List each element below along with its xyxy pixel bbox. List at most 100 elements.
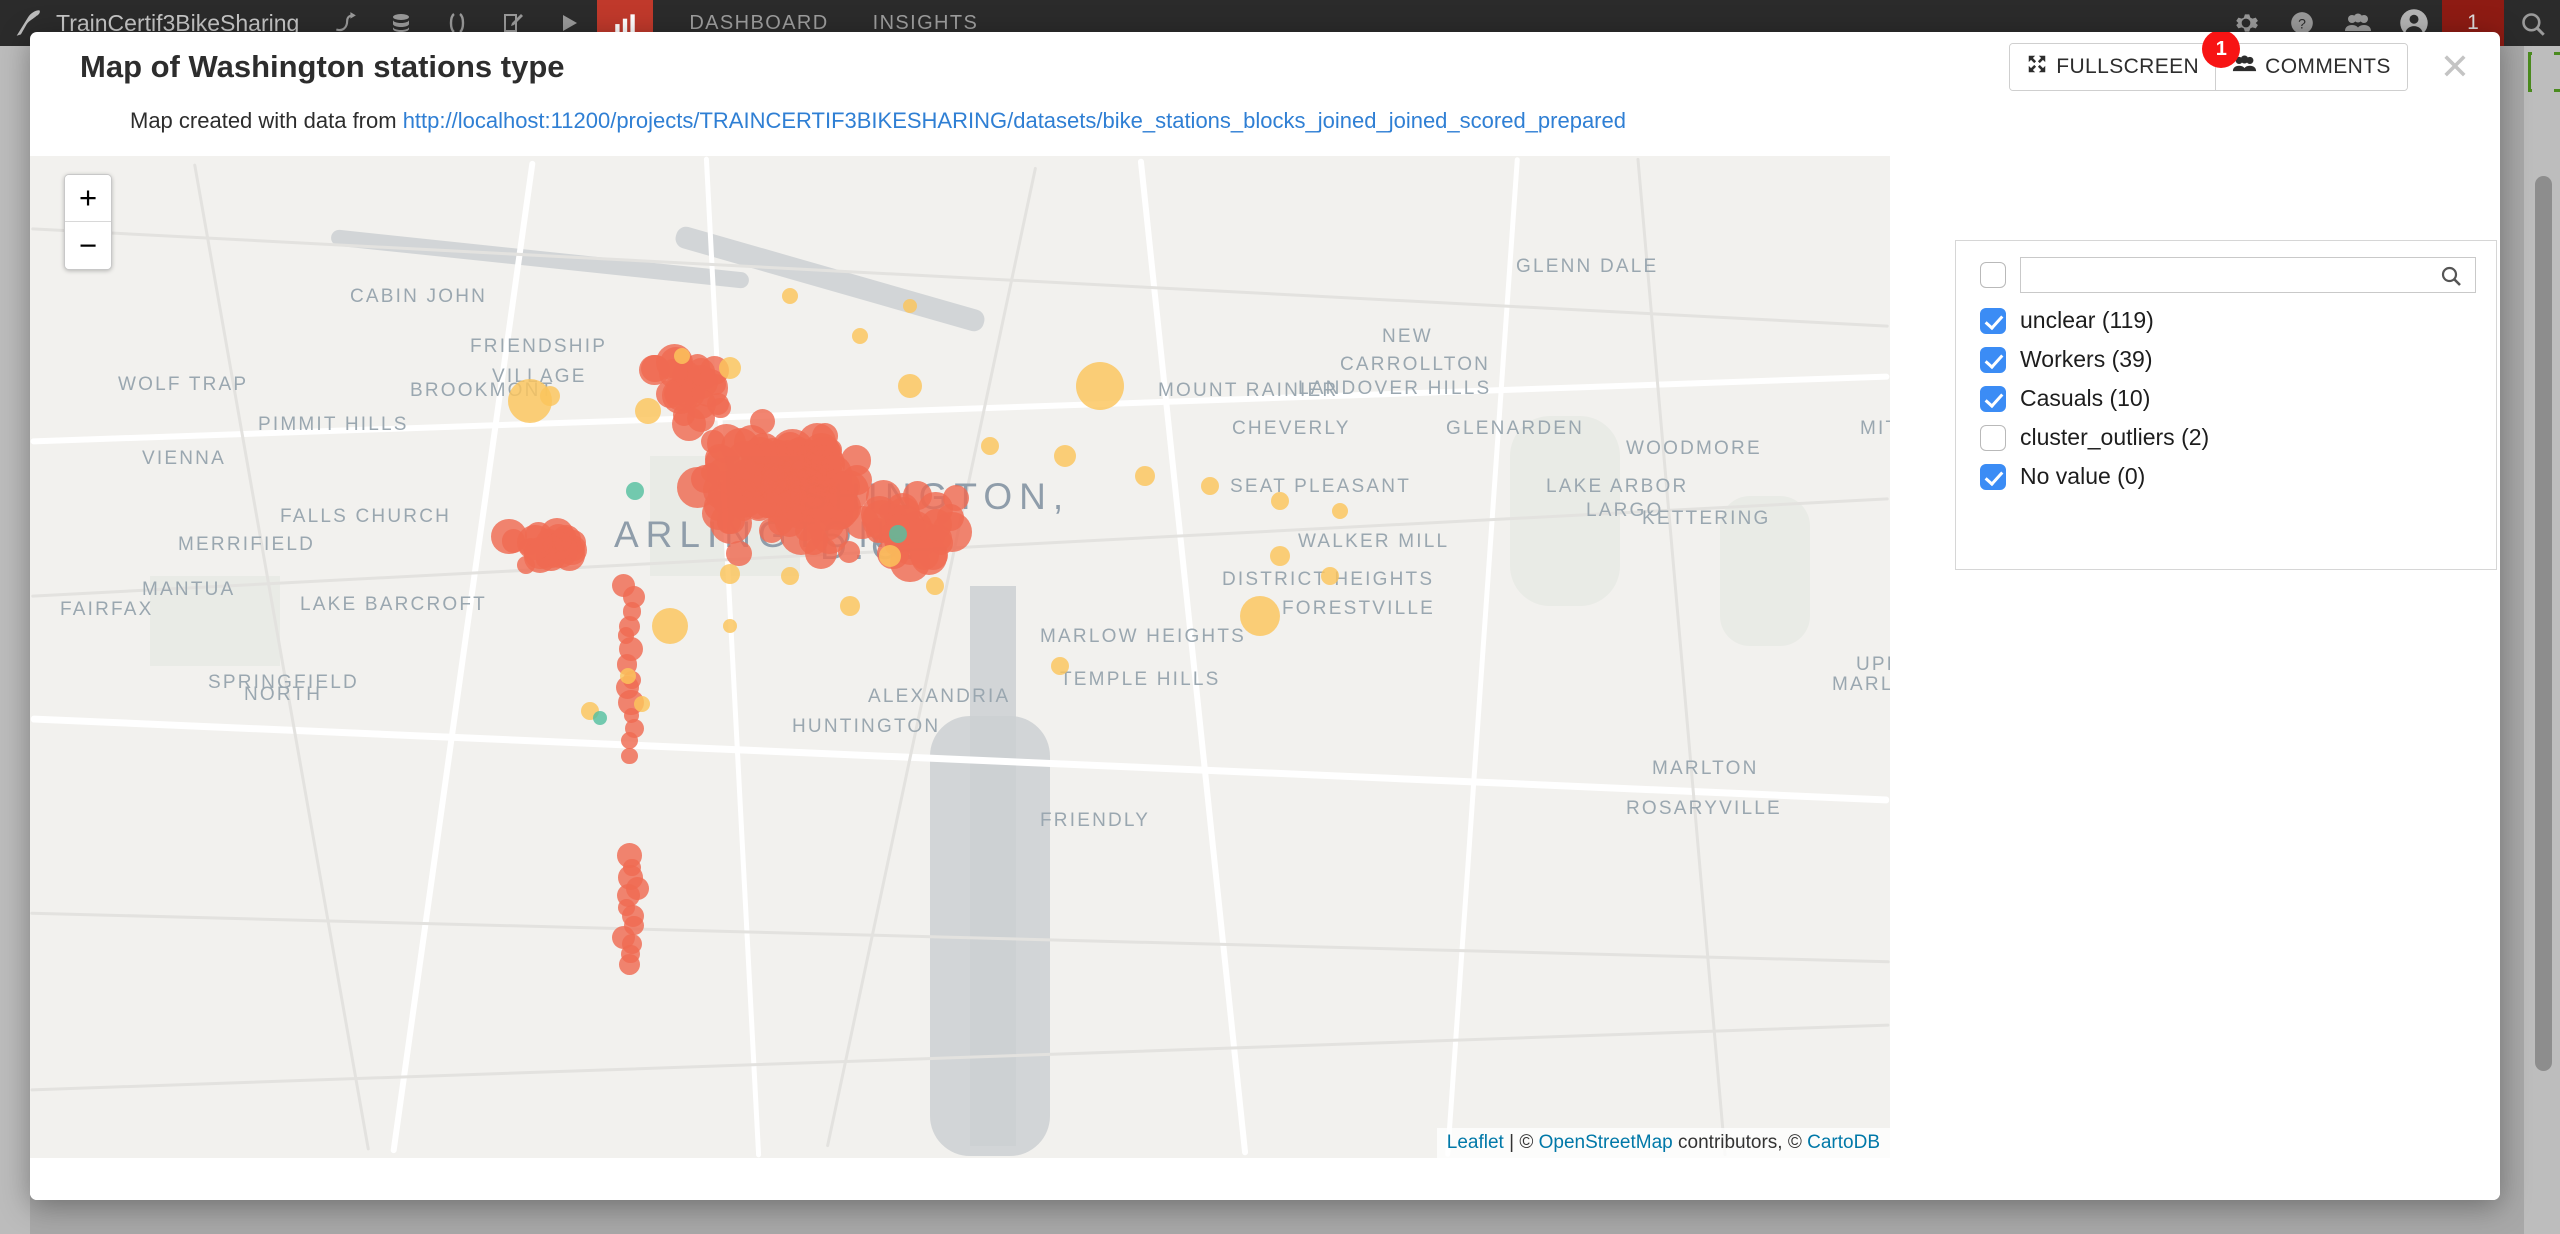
map-station-dot[interactable]: [898, 374, 922, 398]
map-station-dot[interactable]: [1240, 596, 1280, 636]
legend-item[interactable]: No value (0): [1980, 463, 2476, 490]
map-station-dot[interactable]: [942, 485, 969, 512]
map-station-dot[interactable]: [720, 564, 740, 584]
map-place-label: MERRIFIELD: [178, 534, 316, 555]
map-station-dot[interactable]: [634, 696, 650, 712]
legend-item[interactable]: cluster_outliers (2): [1980, 424, 2476, 451]
map-station-dot[interactable]: [1270, 546, 1290, 566]
map-station-dot[interactable]: [1135, 466, 1155, 486]
legend-item-checkbox[interactable]: [1980, 463, 2006, 490]
map-place-label: NEW: [1382, 326, 1433, 347]
map-station-dot[interactable]: [726, 440, 766, 480]
modal-header-actions: FULLSCREEN COMMENTS 1 ✕: [2009, 32, 2476, 91]
map-station-dot[interactable]: [845, 506, 879, 540]
map-station-dot[interactable]: [635, 398, 661, 424]
map-station-dot[interactable]: [981, 437, 999, 455]
map-station-dot[interactable]: [879, 545, 901, 567]
legend-item-checkbox[interactable]: [1980, 346, 2006, 373]
map-station-dot[interactable]: [1201, 477, 1219, 495]
comments-button[interactable]: COMMENTS: [2215, 44, 2407, 90]
leaflet-map[interactable]: CABIN JOHN GLENN DALE FRIENDSHIP VILLAGE NEW…: [30, 156, 1890, 1158]
legend-item-label: No value (0): [2020, 463, 2146, 489]
map-station-dot[interactable]: [620, 731, 638, 749]
map-station-dot[interactable]: [910, 539, 947, 575]
map-station-dot[interactable]: [620, 668, 636, 684]
zoom-in-button[interactable]: +: [65, 175, 111, 222]
legend-search-field[interactable]: [2020, 257, 2476, 293]
map-place-label: GLENARDEN: [1446, 418, 1585, 439]
map-place-label: ROSARYVILLE: [1626, 798, 1782, 819]
map-place-label: SEAT PLEASANT: [1230, 476, 1412, 497]
zoom-control: + −: [64, 174, 112, 270]
map-place-label: MARLOW HEIGHTS: [1040, 626, 1247, 647]
map-station-dot[interactable]: [618, 953, 640, 975]
map-station-dot[interactable]: [1054, 445, 1076, 467]
map-station-dot[interactable]: [1076, 362, 1124, 410]
map-station-dot[interactable]: [1332, 503, 1348, 519]
map-station-dot[interactable]: [593, 711, 607, 725]
map-place-label: LANDOVER HILLS: [1298, 378, 1492, 399]
modal-header: Map of Washington stations type FULLSCRE…: [30, 32, 2500, 102]
search-icon[interactable]: [2439, 264, 2463, 293]
map-station-dot[interactable]: [656, 379, 685, 408]
legend-item[interactable]: Casuals (10): [1980, 385, 2476, 412]
map-station-dot[interactable]: [926, 577, 944, 595]
legend-item[interactable]: unclear (119): [1980, 307, 2476, 334]
close-icon[interactable]: ✕: [2434, 49, 2476, 85]
map-place-label: FALLS CHURCH: [280, 506, 452, 527]
legend-item-label: unclear (119): [2020, 307, 2154, 333]
map-station-dot[interactable]: [1051, 657, 1069, 675]
fullscreen-button[interactable]: FULLSCREEN: [2010, 44, 2216, 90]
map-station-dot[interactable]: [749, 409, 776, 435]
map-place-label: FRIENDLY: [1040, 810, 1151, 831]
search-icon[interactable]: [2504, 0, 2560, 46]
map-place-label: PIMMIT HILLS: [258, 414, 409, 435]
map-station-dot[interactable]: [782, 288, 798, 304]
legend-item-label: Casuals (10): [2020, 385, 2151, 411]
map-station-dot[interactable]: [1271, 492, 1289, 510]
map-station-dot[interactable]: [652, 608, 688, 644]
map-station-dot[interactable]: [1321, 567, 1339, 585]
modal-subtitle: Map created with data from http://localh…: [30, 102, 2500, 144]
map-station-dot[interactable]: [840, 596, 860, 616]
map-station-dot[interactable]: [621, 748, 638, 765]
map-place-label: UPPER: [1856, 654, 1890, 675]
map-station-dot[interactable]: [781, 567, 799, 585]
map-station-dot[interactable]: [540, 386, 560, 406]
legend-select-all-checkbox[interactable]: [1980, 262, 2006, 288]
openstreetmap-link[interactable]: OpenStreetMap: [1539, 1132, 1673, 1153]
map-station-dot[interactable]: [719, 357, 741, 379]
map-place-label: MITCHELLVILLE: [1860, 418, 1890, 439]
map-station-dot[interactable]: [674, 348, 690, 364]
legend-item[interactable]: Workers (39): [1980, 346, 2476, 373]
map-station-dot[interactable]: [723, 619, 737, 633]
map-station-dot[interactable]: [685, 388, 716, 420]
map-body: CABIN JOHN GLENN DALE FRIENDSHIP VILLAGE NEW…: [30, 156, 2500, 1200]
search-input[interactable]: [2031, 263, 2465, 287]
scrollbar-thumb[interactable]: [2535, 176, 2552, 1071]
map-place-label: TEMPLE HILLS: [1060, 669, 1221, 690]
leaflet-link[interactable]: Leaflet: [1447, 1132, 1504, 1153]
map-place-label: FORESTVILLE: [1282, 598, 1436, 619]
page-scrollbar[interactable]: [2532, 46, 2554, 1234]
attribution-sep: | ©: [1503, 1132, 1539, 1153]
map-station-dot[interactable]: [837, 541, 860, 564]
legend-item-checkbox[interactable]: [1980, 385, 2006, 412]
map-insight-modal: Map of Washington stations type FULLSCRE…: [30, 32, 2500, 1200]
map-station-dot[interactable]: [517, 524, 553, 561]
legend-item-checkbox[interactable]: [1980, 424, 2006, 451]
dataset-link[interactable]: http://localhost:11200/projects/TRAINCER…: [403, 108, 1626, 133]
legend-item-checkbox[interactable]: [1980, 307, 2006, 334]
map-place-label: CHEVERLY: [1232, 418, 1351, 439]
map-place-label: MARLBORO: [1832, 674, 1890, 695]
cartodb-link[interactable]: CartoDB: [1807, 1132, 1880, 1153]
map-station-dot[interactable]: [903, 299, 917, 313]
map-station-dot[interactable]: [889, 525, 907, 543]
map-station-dot[interactable]: [726, 540, 752, 567]
map-place-label: GLENN DALE: [1516, 256, 1659, 277]
map-station-dot[interactable]: [852, 328, 868, 344]
fullscreen-label: FULLSCREEN: [2056, 55, 2200, 78]
zoom-out-button[interactable]: −: [65, 222, 111, 269]
map-place-label: LAKE BARCROFT: [300, 594, 487, 615]
map-station-dot[interactable]: [626, 482, 644, 500]
